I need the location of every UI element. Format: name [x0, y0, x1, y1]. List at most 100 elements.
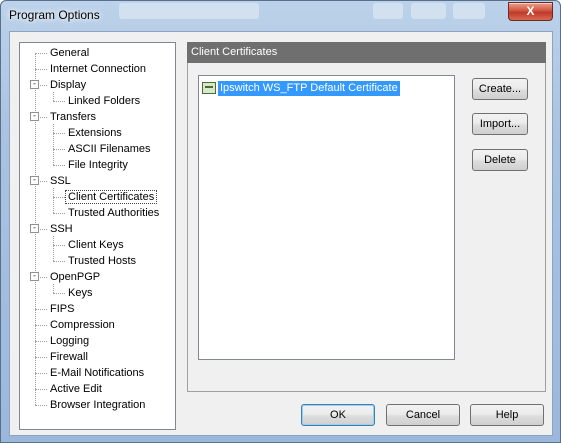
tree-connector	[53, 149, 65, 150]
tree-item[interactable]: Active Edit	[48, 382, 104, 397]
tree-connector	[53, 261, 65, 262]
tree-item-label: Extensions	[68, 127, 122, 139]
collapse-icon[interactable]: -	[30, 176, 39, 185]
tree-item-label: Trusted Authorities	[68, 207, 160, 219]
tree-item-label: Logging	[50, 335, 90, 347]
collapse-icon[interactable]: -	[30, 112, 39, 121]
tree-item[interactable]: Browser Integration	[48, 398, 147, 413]
blurred-title-area	[453, 3, 485, 19]
tree-item-label: OpenPGP	[50, 271, 101, 283]
tree-item-label: General	[50, 47, 90, 59]
tree-item[interactable]: Internet Connection	[48, 62, 148, 77]
tree-item[interactable]: File Integrity	[66, 158, 130, 173]
tree-connector	[53, 236, 54, 245]
tree-item-label: Firewall	[50, 351, 88, 363]
create-button[interactable]: Create...	[472, 78, 528, 100]
tree-item[interactable]: E-Mail Notifications	[48, 366, 146, 381]
tree-item[interactable]: Transfers	[48, 110, 98, 125]
tree-connector	[35, 309, 47, 310]
tree-item-label: File Integrity	[68, 159, 128, 171]
certificate-label: Ipswitch WS_FTP Default Certificate	[218, 80, 400, 96]
tree-item[interactable]: General	[48, 46, 91, 61]
tree-item[interactable]: Client Certificates	[64, 190, 158, 205]
cancel-button[interactable]: Cancel	[386, 404, 460, 426]
tree-item-label: Client Certificates	[64, 190, 158, 204]
tree-connector	[53, 188, 54, 197]
tree-item-label: Keys	[68, 287, 93, 299]
tree-item[interactable]: Firewall	[48, 350, 90, 365]
tree-item-label: Display	[50, 79, 87, 91]
tree-connector	[53, 101, 65, 102]
tree-connector	[53, 284, 54, 293]
dialog-client-area: General Internet Connection - Display Linked…	[9, 31, 553, 436]
tree-connector	[53, 149, 54, 165]
tree-connector	[53, 293, 65, 294]
import-button[interactable]: Import...	[472, 113, 528, 135]
tree-item-label: Linked Folders	[68, 95, 141, 107]
tree-item-label: SSH	[50, 223, 73, 235]
tree-item-label: SSL	[50, 175, 71, 187]
tree-item[interactable]: Trusted Authorities	[66, 206, 161, 221]
tree-item-label: Transfers	[50, 111, 97, 123]
blurred-title-area	[119, 3, 259, 19]
tree-connector	[35, 325, 47, 326]
tree-item[interactable]: OpenPGP	[48, 270, 102, 285]
tree-connector	[53, 197, 54, 213]
blurred-title-area	[411, 3, 446, 19]
list-item[interactable]: Ipswitch WS_FTP Default Certificate	[202, 80, 400, 96]
tree-connector	[53, 213, 65, 214]
tree-connector	[35, 405, 47, 406]
collapse-icon[interactable]: -	[30, 80, 39, 89]
tree-item-label: Browser Integration	[50, 399, 146, 411]
tree-item-label: Trusted Hosts	[68, 255, 137, 267]
tree-item[interactable]: Keys	[66, 286, 94, 301]
collapse-icon[interactable]: -	[30, 224, 39, 233]
options-tree[interactable]: General Internet Connection - Display Linked…	[19, 42, 176, 430]
tree-item[interactable]: Display	[48, 78, 88, 93]
close-button[interactable]: X	[508, 2, 553, 21]
tree-connector	[53, 245, 54, 261]
tree-item-label: Active Edit	[50, 383, 102, 395]
tree-connector	[53, 92, 54, 101]
tree-item-label: Internet Connection	[50, 63, 147, 75]
tree-item-label: ASCII Filenames	[68, 143, 151, 155]
tree-connector	[53, 245, 65, 246]
tree-item[interactable]: Linked Folders	[66, 94, 142, 109]
tree-connector	[35, 53, 47, 54]
tree-item-label: FIPS	[50, 303, 75, 315]
tree-item[interactable]: ASCII Filenames	[66, 142, 153, 157]
certificate-list[interactable]: Ipswitch WS_FTP Default Certificate	[198, 75, 455, 360]
window-title: Program Options	[9, 8, 100, 22]
tree-item[interactable]: Logging	[48, 334, 91, 349]
blurred-title-area	[373, 3, 403, 19]
tree-item[interactable]: Trusted Hosts	[66, 254, 138, 269]
tree-item[interactable]: FIPS	[48, 302, 76, 317]
collapse-icon[interactable]: -	[30, 272, 39, 281]
tree-item-label: Compression	[50, 319, 115, 331]
certificate-icon	[202, 82, 216, 94]
close-icon: X	[526, 4, 535, 18]
tree-item[interactable]: Extensions	[66, 126, 124, 141]
tree-connector	[35, 69, 47, 70]
tree-connector	[35, 341, 47, 342]
tree-connector	[53, 165, 65, 166]
tree-connector	[53, 197, 65, 198]
title-bar[interactable]: Program Options X	[1, 1, 560, 31]
ok-button[interactable]: OK	[301, 404, 375, 426]
tree-connector	[35, 357, 47, 358]
tree-connector	[35, 389, 47, 390]
tree-item[interactable]: Compression	[48, 318, 117, 333]
tree-item-label: E-Mail Notifications	[50, 367, 145, 379]
tree-connector	[53, 133, 54, 149]
delete-button[interactable]: Delete	[472, 149, 528, 171]
tree-item[interactable]: Client Keys	[66, 238, 126, 253]
tree-connector	[35, 373, 47, 374]
tree-item-label: Client Keys	[68, 239, 124, 251]
tree-connector	[53, 133, 65, 134]
tree-item[interactable]: SSL	[48, 174, 73, 189]
panel-title: Client Certificates	[187, 42, 546, 63]
program-options-window: Program Options X General Internet Connec…	[0, 0, 561, 443]
help-button[interactable]: Help	[470, 404, 544, 426]
tree-connector	[53, 124, 54, 133]
tree-item[interactable]: SSH	[48, 222, 75, 237]
